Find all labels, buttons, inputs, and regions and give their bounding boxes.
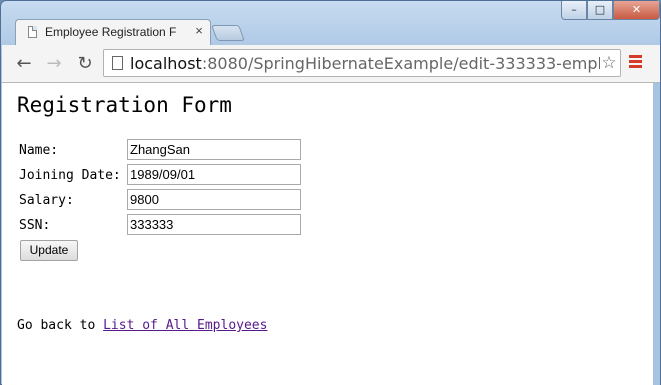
name-label: Name: bbox=[19, 143, 59, 158]
reload-button[interactable]: ↻ bbox=[74, 53, 96, 75]
close-tab-icon[interactable]: × bbox=[193, 23, 205, 39]
page-content: Registration Form Name: Joining Date: Sa… bbox=[2, 83, 653, 385]
browser-window: Employee Registration F × – □ ✕ ← → ↻ lo… bbox=[0, 0, 661, 385]
back-button[interactable]: ← bbox=[13, 53, 35, 75]
address-bar[interactable]: localhost:8080/SpringHibernateExample/ed… bbox=[103, 49, 621, 77]
page-icon bbox=[28, 26, 37, 38]
url-text[interactable]: localhost:8080/SpringHibernateExample/ed… bbox=[130, 53, 600, 75]
url-host: localhost bbox=[130, 54, 202, 73]
name-field[interactable] bbox=[127, 139, 301, 160]
bookmark-star-icon[interactable]: ☆ bbox=[600, 53, 618, 73]
ssn-label: SSN: bbox=[19, 218, 51, 233]
window-right-edge bbox=[653, 83, 660, 385]
go-back-line: Go back to List of All Employees bbox=[17, 317, 267, 335]
salary-label: Salary: bbox=[19, 193, 74, 208]
forward-button[interactable]: → bbox=[43, 53, 65, 75]
menu-icon-bar bbox=[629, 65, 642, 68]
go-back-text: Go back to bbox=[17, 318, 104, 333]
close-window-button[interactable]: ✕ bbox=[613, 1, 660, 20]
update-button[interactable]: Update bbox=[20, 240, 78, 261]
page-title: Registration Form bbox=[17, 93, 232, 117]
new-tab-button[interactable] bbox=[211, 25, 245, 41]
url-path: :8080/SpringHibernateExample/edit-333333… bbox=[201, 54, 600, 73]
browser-toolbar: ← → ↻ localhost:8080/SpringHibernateExam… bbox=[2, 45, 660, 83]
menu-icon-bar bbox=[629, 55, 642, 58]
menu-icon[interactable] bbox=[628, 55, 644, 71]
menu-icon-bar bbox=[629, 60, 642, 63]
salary-field[interactable] bbox=[127, 189, 301, 210]
minimize-button[interactable]: – bbox=[561, 1, 587, 20]
joining-date-label: Joining Date: bbox=[19, 168, 121, 183]
page-icon bbox=[112, 56, 123, 70]
tab-title: Employee Registration F bbox=[45, 25, 177, 39]
tab-employee-registration[interactable]: Employee Registration F × bbox=[15, 19, 211, 45]
ssn-field[interactable] bbox=[127, 214, 301, 235]
maximize-button[interactable]: □ bbox=[587, 1, 613, 20]
employee-list-link[interactable]: List of All Employees bbox=[103, 318, 267, 333]
joining-date-field[interactable] bbox=[127, 164, 301, 185]
